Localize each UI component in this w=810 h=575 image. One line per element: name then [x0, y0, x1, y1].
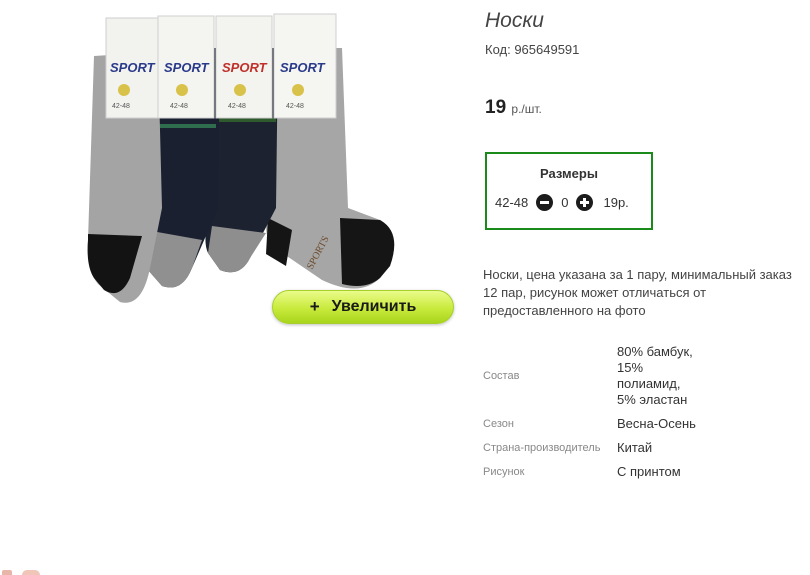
spec-value: 80% бамбук, 15% полиамид, 5% эластан	[617, 344, 693, 407]
product-title: Носки	[485, 9, 544, 32]
package-labels: SPORT SPORT SPORT SPORT 42-48 42-48 42-4…	[105, 13, 337, 119]
svg-text:42-48: 42-48	[170, 103, 188, 110]
svg-text:SPORT: SPORT	[280, 60, 326, 75]
price-unit: р./шт.	[511, 102, 542, 116]
spec-row: Страна-производитель Китай	[483, 438, 697, 462]
spec-name: Сезон	[483, 418, 514, 430]
spec-name: Страна-производитель	[483, 442, 601, 454]
sizes-panel: Размеры 42-48 0 19р.	[485, 152, 653, 230]
spec-row: Рисунок С принтом	[483, 462, 697, 486]
socks-illustration: SPORTS SPORT SPORT SPORT SPORT 42-48 42-…	[87, 13, 395, 303]
product-price: 19 р./шт.	[485, 97, 542, 119]
product-image[interactable]: SPORTS SPORT SPORT SPORT SPORT 42-48 42-…	[80, 8, 460, 328]
svg-text:42-48: 42-48	[286, 103, 304, 110]
plus-circle-icon[interactable]	[576, 194, 594, 211]
size-price: 19р.	[603, 195, 629, 210]
quantity-value[interactable]: 0	[561, 195, 568, 210]
size-row: 42-48 0 19р.	[495, 194, 629, 211]
zoom-button-label: Увеличить	[331, 298, 417, 315]
svg-text:42-48: 42-48	[112, 103, 130, 110]
spec-name: Состав	[483, 370, 520, 382]
product-description: Носки, цена указана за 1 пару, минимальн…	[483, 267, 792, 318]
svg-text:SPORT: SPORT	[110, 60, 156, 75]
page-fragment	[0, 566, 44, 575]
specs-table: Состав 80% бамбук, 15% полиамид, 5% элас…	[483, 342, 697, 486]
spec-value: Весна-Осень	[617, 416, 696, 431]
spec-row: Состав 80% бамбук, 15% полиамид, 5% элас…	[483, 342, 697, 414]
spec-value: Китай	[617, 440, 653, 455]
minus-circle-icon[interactable]	[536, 194, 554, 211]
product-code: Код: 965649591	[485, 42, 580, 57]
plus-icon: +	[309, 297, 320, 316]
zoom-button[interactable]: + Увеличить	[272, 290, 454, 324]
svg-text:SPORT: SPORT	[164, 60, 210, 75]
size-label: 42-48	[495, 195, 529, 210]
spec-value: С принтом	[617, 464, 681, 479]
svg-text:SPORT: SPORT	[222, 60, 268, 75]
sizes-title: Размеры	[540, 166, 598, 181]
spec-row: Сезон Весна-Осень	[483, 414, 697, 438]
svg-text:42-48: 42-48	[228, 103, 246, 110]
spec-name: Рисунок	[483, 466, 525, 478]
price-value: 19	[485, 97, 507, 118]
